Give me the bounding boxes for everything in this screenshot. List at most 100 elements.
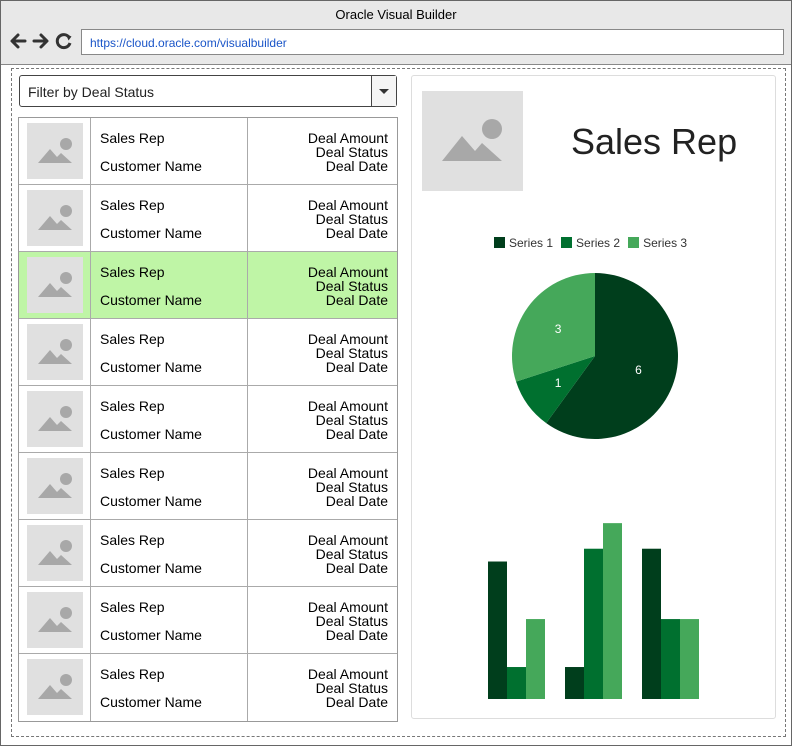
deal-info-cell: Sales Rep Customer Name <box>91 252 248 318</box>
deal-status-label: Deal Status <box>315 345 388 361</box>
deal-values-cell: Deal Amount Deal Status Deal Date <box>248 319 397 385</box>
filter-dropdown-button[interactable] <box>371 76 396 106</box>
sales-rep-label: Sales Rep <box>100 465 165 481</box>
deal-values-cell: Deal Amount Deal Status Deal Date <box>248 118 397 184</box>
legend-label: Series 1 <box>509 236 554 250</box>
image-placeholder-icon <box>38 205 72 230</box>
legend-swatch <box>628 237 640 248</box>
deal-amount-label: Deal Amount <box>307 465 388 481</box>
bar[interactable] <box>488 561 507 699</box>
deal-row[interactable]: Sales Rep Customer Name Deal Amount Deal St… <box>19 185 397 252</box>
deal-row[interactable]: Sales Rep Customer Name Deal Amount Deal St… <box>19 654 397 721</box>
deal-row[interactable]: Sales Rep Customer Name Deal Amount Deal St… <box>19 118 397 185</box>
legend-item[interactable]: Series 3 <box>628 236 687 250</box>
deal-amount-label: Deal Amount <box>307 130 388 146</box>
deal-image-cell <box>19 654 91 721</box>
window-title: Oracle Visual Builder <box>335 7 457 22</box>
pie-data-label: 6 <box>635 363 642 377</box>
legend-label: Series 3 <box>643 236 688 250</box>
deal-info-cell: Sales Rep Customer Name <box>91 587 248 653</box>
deal-info-cell: Sales Rep Customer Name <box>91 654 248 721</box>
legend-swatch <box>494 237 505 248</box>
sales-rep-label: Sales Rep <box>100 532 165 548</box>
deal-status-label: Deal Status <box>315 613 388 629</box>
image-placeholder-icon <box>38 674 72 699</box>
sales-rep-label: Sales Rep <box>100 666 165 682</box>
image-placeholder-icon <box>38 272 72 297</box>
deal-values-cell: Deal Amount Deal Status Deal Date <box>248 252 397 318</box>
sales-rep-label: Sales Rep <box>100 599 165 615</box>
image-placeholder-icon <box>38 607 72 632</box>
deal-date-label: Deal Date <box>325 426 388 442</box>
image-placeholder-icon <box>38 473 72 498</box>
deal-image-cell <box>19 319 91 385</box>
address-bar[interactable]: https://cloud.oracle.com/visualbuilder <box>81 29 784 55</box>
deal-row[interactable]: Sales Rep Customer Name Deal Amount Deal St… <box>19 453 397 520</box>
deal-image-cell <box>19 185 91 251</box>
deal-status-label: Deal Status <box>315 680 388 696</box>
customer-name-label: Customer Name <box>100 426 202 442</box>
bar[interactable] <box>603 523 622 699</box>
deal-amount-label: Deal Amount <box>307 532 388 548</box>
deal-date-label: Deal Date <box>325 627 388 643</box>
deal-info-cell: Sales Rep Customer Name <box>91 118 248 184</box>
bar-chart <box>488 523 699 699</box>
deal-date-label: Deal Date <box>325 292 388 308</box>
deal-row[interactable]: Sales Rep Customer Name Deal Amount Deal St… <box>19 587 397 654</box>
deal-values-cell: Deal Amount Deal Status Deal Date <box>248 386 397 452</box>
image-placeholder-icon <box>38 406 72 431</box>
deal-status-filter[interactable]: Filter by Deal Status <box>19 75 397 107</box>
deal-image-cell <box>19 252 91 318</box>
deal-date-label: Deal Date <box>325 359 388 375</box>
bar[interactable] <box>661 619 680 699</box>
deal-row[interactable]: Sales Rep Customer Name Deal Amount Deal St… <box>19 386 397 453</box>
deal-info-cell: Sales Rep Customer Name <box>91 453 248 519</box>
deal-thumbnail <box>27 659 83 715</box>
deal-row[interactable]: Sales Rep Customer Name Deal Amount Deal St… <box>19 252 397 319</box>
bar[interactable] <box>507 667 526 699</box>
deal-date-label: Deal Date <box>325 158 388 174</box>
back-arrow-icon[interactable] <box>8 31 28 51</box>
deal-info-cell: Sales Rep Customer Name <box>91 185 248 251</box>
bar[interactable] <box>642 548 661 699</box>
deal-row[interactable]: Sales Rep Customer Name Deal Amount Deal St… <box>19 520 397 587</box>
bar[interactable] <box>584 548 603 699</box>
deal-thumbnail <box>27 592 83 648</box>
deal-thumbnail <box>27 123 83 179</box>
deal-values-cell: Deal Amount Deal Status Deal Date <box>248 453 397 519</box>
deal-amount-label: Deal Amount <box>307 264 388 280</box>
customer-name-label: Customer Name <box>100 292 202 308</box>
deal-row[interactable]: Sales Rep Customer Name Deal Amount Deal St… <box>19 319 397 386</box>
detail-title: Sales Rep <box>571 121 738 162</box>
deal-thumbnail <box>27 458 83 514</box>
sales-rep-label: Sales Rep <box>100 264 165 280</box>
deal-values-cell: Deal Amount Deal Status Deal Date <box>248 587 397 653</box>
deal-status-label: Deal Status <box>315 546 388 562</box>
deal-date-label: Deal Date <box>325 493 388 509</box>
bar[interactable] <box>680 619 699 699</box>
customer-name-label: Customer Name <box>100 694 202 710</box>
customer-name-label: Customer Name <box>100 359 202 375</box>
forward-arrow-icon[interactable] <box>31 31 51 51</box>
deal-values-cell: Deal Amount Deal Status Deal Date <box>248 654 397 721</box>
sales-rep-label: Sales Rep <box>100 130 165 146</box>
deal-image-cell <box>19 386 91 452</box>
legend-label: Series 2 <box>576 236 621 250</box>
deal-amount-label: Deal Amount <box>307 331 388 347</box>
deal-status-label: Deal Status <box>315 412 388 428</box>
legend-item[interactable]: Series 2 <box>561 236 620 250</box>
bar[interactable] <box>526 619 545 699</box>
bar[interactable] <box>565 667 584 699</box>
customer-name-label: Customer Name <box>100 493 202 509</box>
deal-date-label: Deal Date <box>325 225 388 241</box>
sales-rep-label: Sales Rep <box>100 331 165 347</box>
legend-item[interactable]: Series 1 <box>494 236 553 250</box>
filter-label: Filter by Deal Status <box>28 84 155 100</box>
pie-data-label: 3 <box>555 322 562 336</box>
reload-icon[interactable] <box>54 31 74 51</box>
deal-image-cell <box>19 453 91 519</box>
pie-data-label: 1 <box>555 376 562 390</box>
customer-name-label: Customer Name <box>100 225 202 241</box>
deal-status-label: Deal Status <box>315 144 388 160</box>
image-placeholder-icon <box>38 540 72 565</box>
